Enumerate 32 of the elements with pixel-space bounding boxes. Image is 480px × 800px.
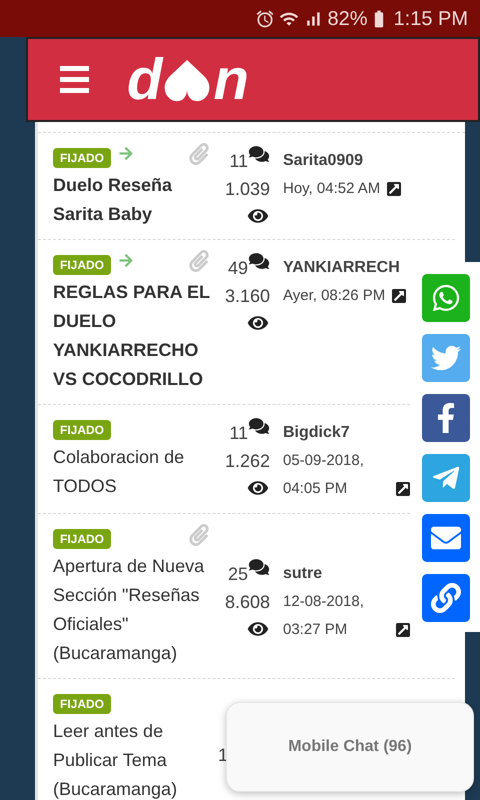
author-name[interactable]: Bigdick7 bbox=[283, 419, 350, 447]
reply-count: 1 bbox=[218, 744, 228, 767]
clock: 1:15 PM bbox=[394, 6, 468, 32]
last-post-date: Hoy, 04:52 AM bbox=[283, 179, 380, 199]
pinned-badge: FIJADO bbox=[53, 420, 112, 440]
author-name[interactable]: sutre bbox=[283, 560, 322, 588]
view-count: 3.160 bbox=[224, 285, 270, 308]
mobile-chat-button[interactable]: Mobile Chat (96) bbox=[226, 702, 474, 792]
author-name[interactable]: Sarita0909 bbox=[283, 147, 364, 175]
logo-letter: n bbox=[214, 56, 246, 104]
thread-title-link[interactable]: Leer antes de Publicar Tema (Bucaramanga) bbox=[53, 717, 218, 800]
pinned-badge: FIJADO bbox=[53, 694, 112, 714]
thread-title-link[interactable]: REGLAS PARA EL DUELO YANKIARRECHO VS COCODRILLO bbox=[53, 278, 218, 394]
pinned-badge: FIJADO bbox=[53, 148, 112, 168]
reply-count: 49 bbox=[228, 257, 248, 280]
pinned-badge: FIJADO bbox=[53, 529, 112, 549]
reply-count: 11 bbox=[229, 422, 248, 445]
thread-title-link[interactable]: Apertura de Nueva Sección "Reseñas Oficiales" (Bucaramanga) bbox=[53, 552, 218, 668]
last-post-date: 05-09-2018, 04:05 PM bbox=[283, 451, 365, 499]
thread-title-link[interactable]: Colaboracion de TODOS bbox=[53, 443, 218, 501]
view-count: 1.039 bbox=[224, 178, 270, 201]
view-count: 8.608 bbox=[224, 591, 270, 614]
battery-level: 82% bbox=[327, 6, 368, 32]
reply-count: 11 bbox=[229, 150, 248, 173]
thread-title-link[interactable]: Duelo Reseña Sarita Baby bbox=[53, 171, 218, 229]
pinned-badge: FIJADO bbox=[53, 255, 112, 275]
view-count: 1.262 bbox=[224, 450, 270, 473]
logo-letter: d bbox=[127, 56, 160, 104]
last-post-date: 12-08-2018, 03:27 PM bbox=[283, 592, 365, 640]
last-post-date: Ayer, 08:26 PM bbox=[283, 286, 386, 306]
author-name[interactable]: YANKIARRECH bbox=[283, 254, 400, 282]
reply-count: 25 bbox=[228, 563, 248, 586]
